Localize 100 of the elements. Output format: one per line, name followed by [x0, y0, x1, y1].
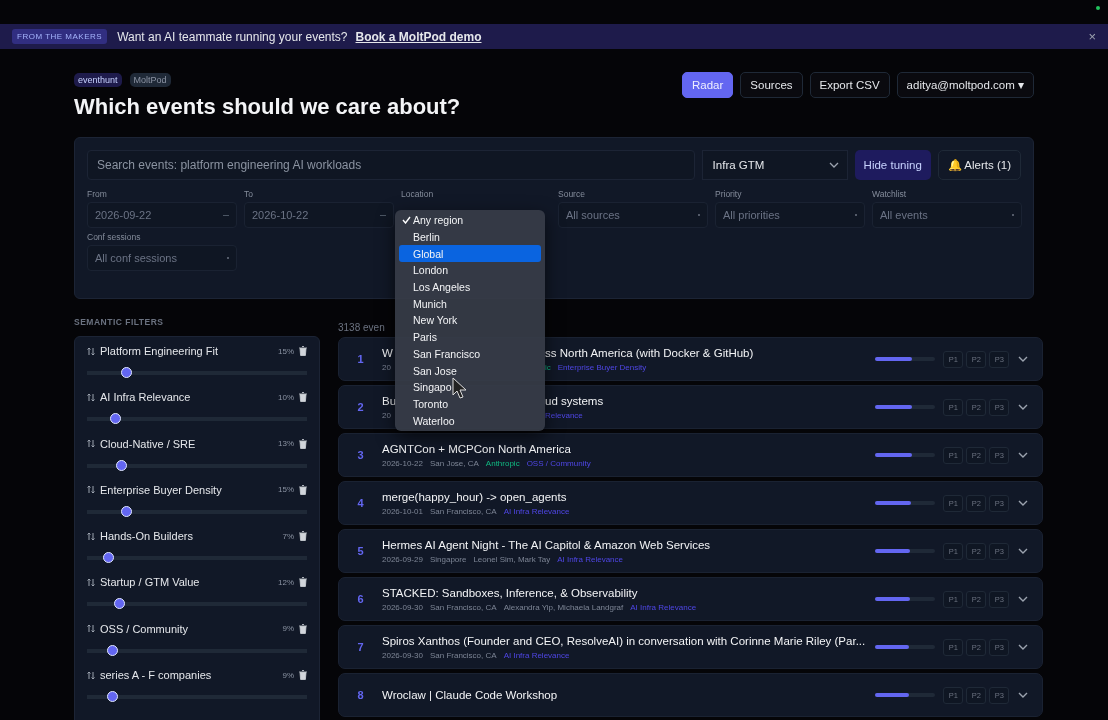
event-title: Spiros Xanthos (Founder and CEO, ResolveAI) in conversation with Corinne Marie Riley (Par...: [382, 634, 866, 647]
nav-button[interactable]: Export CSV: [809, 72, 890, 98]
trash-icon[interactable]: [299, 346, 307, 356]
chevron-icon[interactable]: [1018, 500, 1029, 506]
rank-number: 5: [356, 545, 365, 557]
category-tag: Enterprise Buyer Density: [557, 362, 647, 372]
demo-link[interactable]: Book a MoltPod demo: [355, 29, 482, 44]
field-label: To: [244, 189, 254, 199]
pointer-cursor-icon: [452, 377, 468, 399]
event-detail: Leonel Sim, Mark Tay: [473, 554, 551, 564]
score-bar: [875, 549, 936, 553]
page-title: Which events should we care about?: [74, 94, 461, 120]
trash-icon[interactable]: [299, 484, 307, 495]
filter-name: Cloud-Native / SRE: [100, 437, 197, 450]
event-detail: 2026-10-01: [382, 506, 423, 516]
sort-icon[interactable]: [87, 578, 95, 587]
sort-icon[interactable]: [87, 346, 95, 356]
sort-icon[interactable]: [87, 485, 95, 495]
event-title: STACKED: Sandboxes, Inference, & Observability: [382, 586, 638, 599]
event-detail: 20: [382, 362, 391, 372]
event-count: 3138 even: [338, 322, 385, 333]
chevron-icon: [828, 162, 839, 168]
banner-badge: FROM THE MAKERS: [12, 29, 108, 44]
select-field[interactable]: All conf sessions: [87, 245, 237, 271]
sort-icon[interactable]: [87, 439, 95, 449]
field-label: Watchlist: [872, 189, 908, 199]
weight-value: 9%: [282, 624, 294, 634]
banner-text: Want an AI teammate running your events?: [117, 29, 348, 44]
chevron-icon[interactable]: [1018, 644, 1029, 650]
nav-button[interactable]: Sources: [740, 72, 803, 98]
event-detail: Alexandra Yip, Michaela Landgraf: [503, 602, 624, 612]
event-detail: 20: [382, 410, 391, 420]
rank-number: 4: [356, 497, 365, 509]
category-tag: Relevance: [545, 410, 583, 420]
nav-button[interactable]: Radar: [682, 72, 734, 98]
menu-option[interactable]: New York: [399, 312, 541, 329]
indicator-dot: [1096, 6, 1100, 10]
nav-button[interactable]: aditya@moltpod.com ▾: [896, 72, 1034, 98]
trash-icon[interactable]: [299, 392, 307, 403]
profile-select[interactable]: Infra GTM: [701, 150, 848, 180]
weight-value: 12%: [278, 578, 294, 587]
score-bar: [875, 405, 936, 409]
event-detail: San Francisco, CA: [429, 650, 497, 660]
menu-option[interactable]: Berlin: [399, 228, 541, 246]
menu-option[interactable]: Waterloo: [399, 412, 541, 429]
weight-value: 10%: [278, 392, 294, 402]
hide-tuning-button[interactable]: Hide tuning: [854, 150, 931, 180]
event-detail: San Francisco, CA: [429, 602, 497, 612]
event-title: Bu: [382, 394, 397, 407]
alerts-button[interactable]: 🔔 Alerts (1): [937, 150, 1021, 180]
category-tag: AI Infra Relevance: [557, 554, 623, 564]
weight-value: 7%: [282, 531, 294, 541]
sort-icon[interactable]: [87, 670, 95, 680]
menu-option[interactable]: San Jose: [399, 362, 541, 379]
menu-option[interactable]: San Francisco: [399, 345, 541, 363]
menu-option[interactable]: London: [399, 262, 541, 279]
rank-number: 3: [356, 449, 365, 461]
trash-icon[interactable]: [299, 623, 307, 634]
trash-icon[interactable]: [299, 531, 307, 542]
search-field[interactable]: Search events: platform engineering AI workloads: [87, 150, 695, 180]
event-detail: Singapore: [429, 554, 467, 564]
field-label: Conf sessions: [87, 232, 142, 242]
close-button[interactable]: ×: [1088, 29, 1096, 44]
menu-option[interactable]: Munich: [399, 295, 541, 313]
menu-option[interactable]: Los Angeles: [399, 278, 541, 296]
event-detail: San Francisco, CA: [429, 506, 497, 516]
score-bar: [875, 357, 936, 361]
field-label: Source: [558, 189, 586, 199]
filter-name: Enterprise Buyer Density: [100, 483, 223, 496]
score-bar: [875, 645, 936, 649]
filter-name: OSS / Community: [100, 622, 190, 635]
sort-icon[interactable]: [87, 392, 95, 402]
chevron-icon[interactable]: [1018, 596, 1029, 602]
menu-option[interactable]: Toronto: [399, 395, 541, 413]
date-field[interactable]: 2026-10-22: [244, 202, 394, 228]
date-field[interactable]: 2026-09-22: [87, 202, 237, 228]
menu-option[interactable]: Global: [399, 245, 541, 263]
sort-icon[interactable]: [87, 624, 95, 634]
chevron-icon[interactable]: [1018, 548, 1029, 554]
trash-icon[interactable]: [299, 577, 307, 588]
chevron-icon[interactable]: [1018, 404, 1029, 410]
select-field[interactable]: All sources: [558, 202, 708, 228]
check-icon: [401, 216, 411, 225]
score-bar: [875, 597, 936, 601]
sort-icon[interactable]: [87, 531, 95, 541]
select-field[interactable]: All events: [872, 202, 1022, 228]
tag: MoltPod: [129, 73, 171, 87]
filter-name: Hands-On Builders: [100, 530, 194, 543]
event-detail: 2026-09-30: [382, 650, 423, 660]
chevron-icon[interactable]: [1018, 356, 1029, 362]
trash-icon[interactable]: [299, 438, 307, 449]
chevron-icon[interactable]: [1018, 692, 1029, 698]
category-tag: AI Infra Relevance: [630, 602, 697, 612]
filter-name: AI Infra Relevance: [100, 391, 192, 404]
event-title: Wroclaw | Claude Code Workshop: [382, 689, 558, 701]
menu-option[interactable]: Any region: [399, 212, 541, 229]
event-title: AGNTCon + MCPCon North America: [382, 442, 571, 455]
chevron-icon[interactable]: [1018, 452, 1029, 458]
trash-icon[interactable]: [299, 670, 307, 681]
select-field[interactable]: All priorities: [715, 202, 865, 228]
